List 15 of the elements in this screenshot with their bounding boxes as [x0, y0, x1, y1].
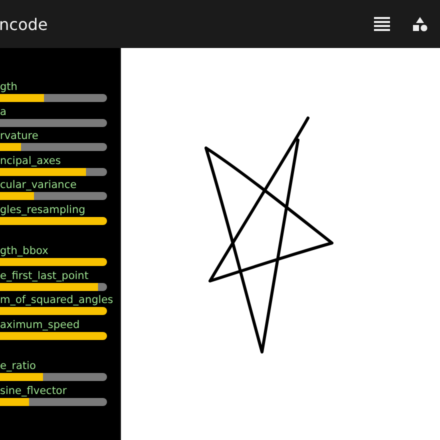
feature-label: e_ratio [0, 359, 37, 373]
feature-label: gth_bbox [0, 244, 50, 258]
feature-label: gth [0, 80, 18, 94]
feature-label: sine_flvector [0, 384, 68, 398]
shapes-icon[interactable] [412, 16, 428, 32]
app-title: ncode [0, 14, 48, 34]
feature-label: cular_variance [0, 178, 78, 192]
feature-label: a [0, 104, 8, 118]
feature-label: ncipal_axes [0, 154, 62, 168]
feature-label: rvature [0, 129, 40, 143]
feature-label: e_first_last_point [0, 268, 90, 282]
list-icon[interactable] [374, 17, 390, 31]
feature-label: gles_resampling [0, 202, 86, 216]
feature-label: m_of_squared_angles [0, 293, 114, 307]
feature-label: aximum_speed [0, 318, 81, 332]
